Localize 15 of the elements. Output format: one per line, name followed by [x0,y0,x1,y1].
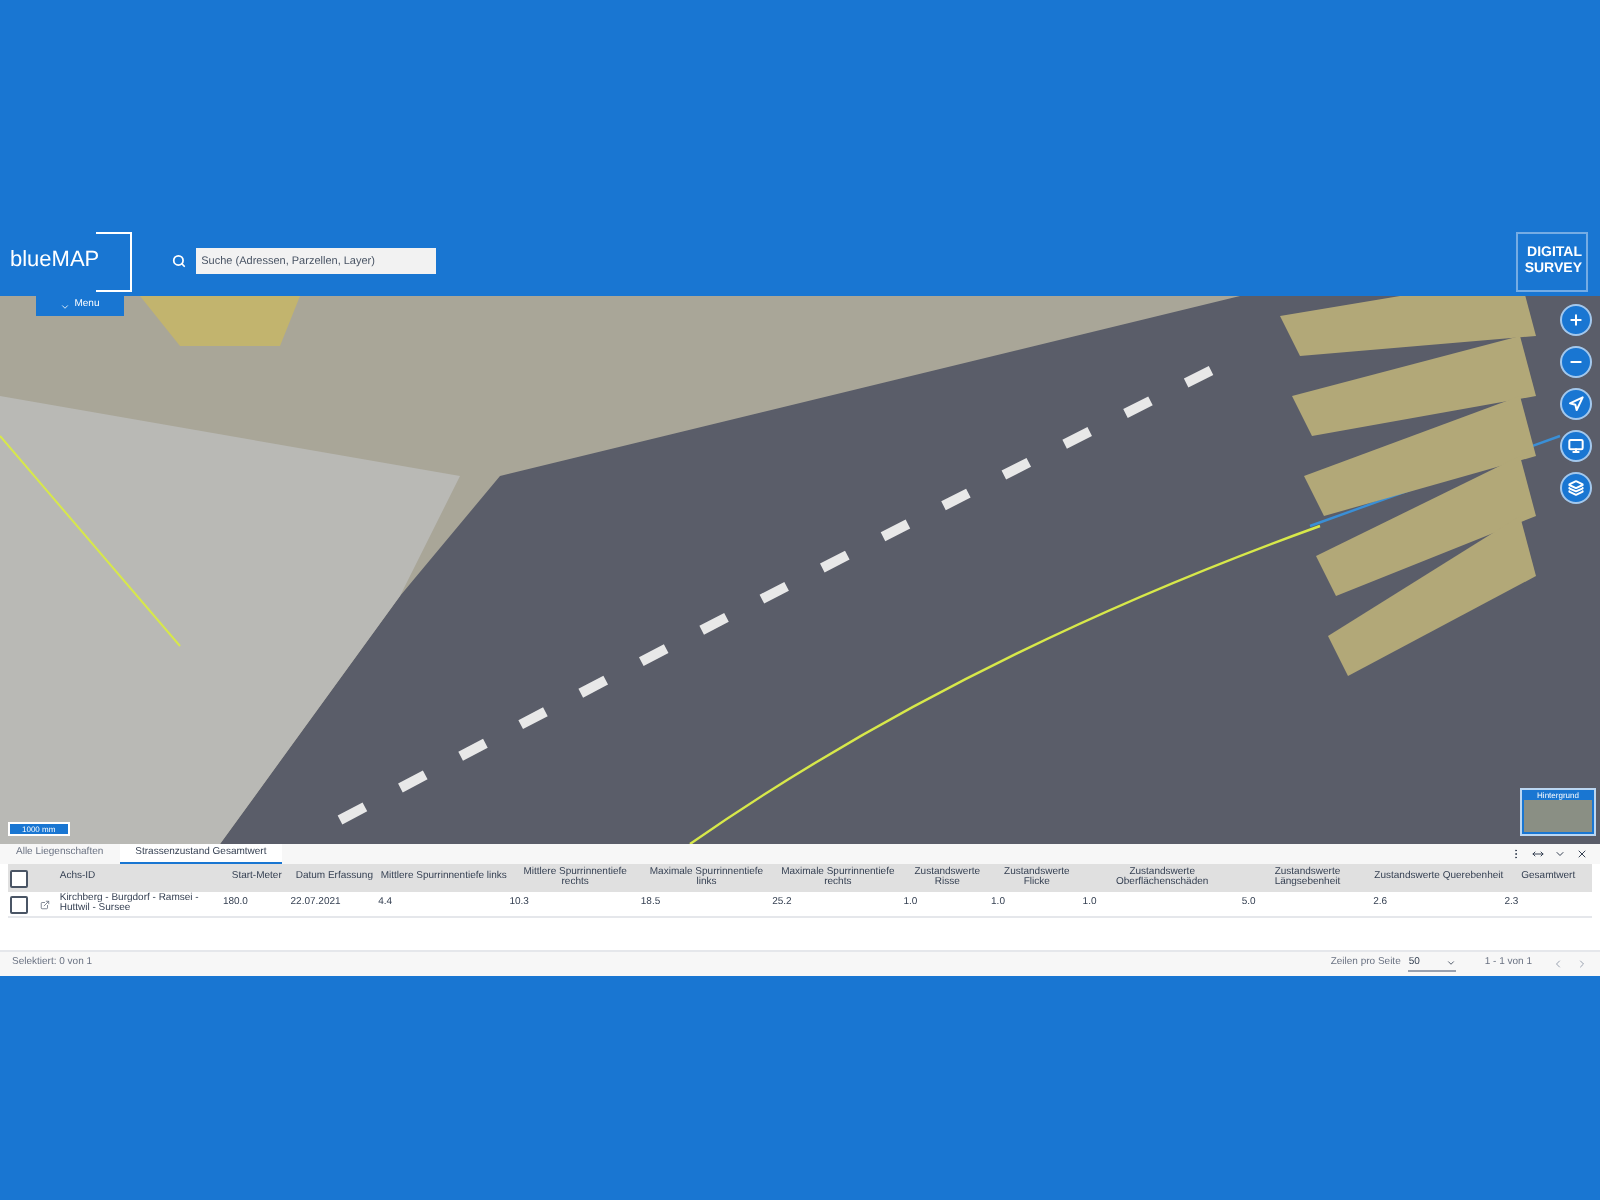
open-icon[interactable] [40,899,51,909]
checkbox[interactable] [10,895,29,913]
resize-icon[interactable] [1532,848,1544,860]
layers-icon [1568,480,1584,496]
search-icon [171,254,186,268]
plus-icon [1568,312,1584,328]
logo: blueMAP [6,229,132,293]
arrow-icon [1568,396,1584,412]
checkbox[interactable] [10,869,29,887]
basemap-thumbnail [1524,800,1592,832]
close-icon[interactable] [1576,848,1588,860]
collapse-icon[interactable] [1554,848,1566,860]
caret-icon [60,301,71,311]
monitor-icon [1568,438,1584,454]
caret-icon [1446,958,1457,968]
